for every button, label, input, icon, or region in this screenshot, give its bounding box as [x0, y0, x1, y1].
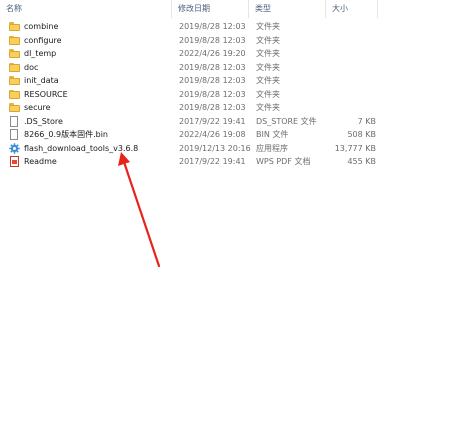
- file-size: 508 KB: [347, 130, 376, 139]
- file-name: flash_download_tools_v3.6.8: [24, 143, 139, 153]
- file-type: WPS PDF 文档: [256, 157, 311, 166]
- folder-icon: [9, 49, 20, 58]
- column-name-header[interactable]: 名称: [0, 0, 172, 18]
- column-header: 名称 修改日期 类型 大小: [0, 0, 474, 18]
- file-icon: [10, 129, 18, 140]
- file-icon: [10, 115, 18, 127]
- file-type: 文件夹: [256, 103, 280, 112]
- folder-icon: [9, 103, 20, 112]
- file-row-doc[interactable]: doc 2019/8/28 12:03 文件夹: [0, 61, 474, 75]
- file-row-secure[interactable]: secure 2019/8/28 12:03 文件夹: [0, 101, 474, 115]
- file-date: 2019/8/28 12:03: [179, 35, 246, 45]
- file-name: 8266_0.9版本固件.bin: [24, 130, 108, 139]
- file-date: 2022/4/26 19:08: [179, 130, 246, 139]
- file-row-ds-store[interactable]: .DS_Store 2017/9/22 19:41 DS_STORE 文件 7 …: [0, 115, 474, 129]
- file-type: 文件夹: [256, 76, 280, 85]
- file-row-flash-download-tools[interactable]: flash_download_tools_v3.6.8 2019/12/13 2…: [0, 142, 474, 156]
- folder-icon: [9, 62, 20, 72]
- file-date: 2019/8/28 12:03: [179, 89, 246, 99]
- gear-icon: [9, 142, 20, 154]
- file-type: 文件夹: [256, 22, 280, 31]
- file-row-firmware-bin[interactable]: 8266_0.9版本固件.bin 2022/4/26 19:08 BIN 文件 …: [0, 128, 474, 142]
- file-type: 文件夹: [256, 89, 280, 99]
- file-name: init_data: [24, 76, 59, 85]
- folder-icon: [9, 22, 20, 31]
- file-name: doc: [24, 62, 39, 72]
- file-date: 2022/4/26 19:20: [179, 49, 246, 58]
- file-row-readme[interactable]: Readme 2017/9/22 19:41 WPS PDF 文档 455 KB: [0, 155, 474, 169]
- file-name: secure: [24, 103, 51, 112]
- file-list: combine 2019/8/28 12:03 文件夹 configure 20…: [0, 20, 474, 169]
- file-name: RESOURCE: [24, 89, 68, 99]
- column-date-header[interactable]: 修改日期: [172, 0, 249, 18]
- file-date: 2019/8/28 12:03: [179, 22, 246, 31]
- folder-icon: [9, 76, 20, 85]
- file-row-combine[interactable]: combine 2019/8/28 12:03 文件夹: [0, 20, 474, 34]
- file-row-dl-temp[interactable]: dl_temp 2022/4/26 19:20 文件夹: [0, 47, 474, 61]
- pdf-icon: [10, 156, 19, 167]
- file-row-init-data[interactable]: init_data 2019/8/28 12:03 文件夹: [0, 74, 474, 88]
- file-date: 2017/9/22 19:41: [179, 157, 246, 166]
- file-name: configure: [24, 35, 62, 45]
- file-type: 应用程序: [256, 143, 288, 153]
- file-name: combine: [24, 22, 59, 31]
- file-name: Readme: [24, 157, 57, 166]
- file-date: 2017/9/22 19:41: [179, 116, 246, 126]
- file-size: 13,777 KB: [334, 143, 376, 153]
- file-type: DS_STORE 文件: [256, 116, 317, 126]
- file-size: 7 KB: [357, 116, 376, 126]
- file-type: 文件夹: [256, 62, 280, 72]
- file-date: 2019/12/13 20:16: [179, 143, 251, 153]
- file-size: 455 KB: [347, 157, 376, 166]
- file-type: BIN 文件: [256, 130, 289, 139]
- column-size-header[interactable]: 大小: [326, 0, 378, 18]
- file-row-resource[interactable]: RESOURCE 2019/8/28 12:03 文件夹: [0, 88, 474, 102]
- file-date: 2019/8/28 12:03: [179, 103, 246, 112]
- file-name: .DS_Store: [24, 116, 63, 126]
- file-row-configure[interactable]: configure 2019/8/28 12:03 文件夹: [0, 34, 474, 48]
- folder-icon: [9, 89, 20, 99]
- file-date: 2019/8/28 12:03: [179, 62, 246, 72]
- file-name: dl_temp: [24, 49, 57, 58]
- file-type: 文件夹: [256, 49, 280, 58]
- file-type: 文件夹: [256, 35, 280, 45]
- file-date: 2019/8/28 12:03: [179, 76, 246, 85]
- folder-icon: [9, 35, 20, 45]
- column-type-header[interactable]: 类型: [249, 0, 326, 18]
